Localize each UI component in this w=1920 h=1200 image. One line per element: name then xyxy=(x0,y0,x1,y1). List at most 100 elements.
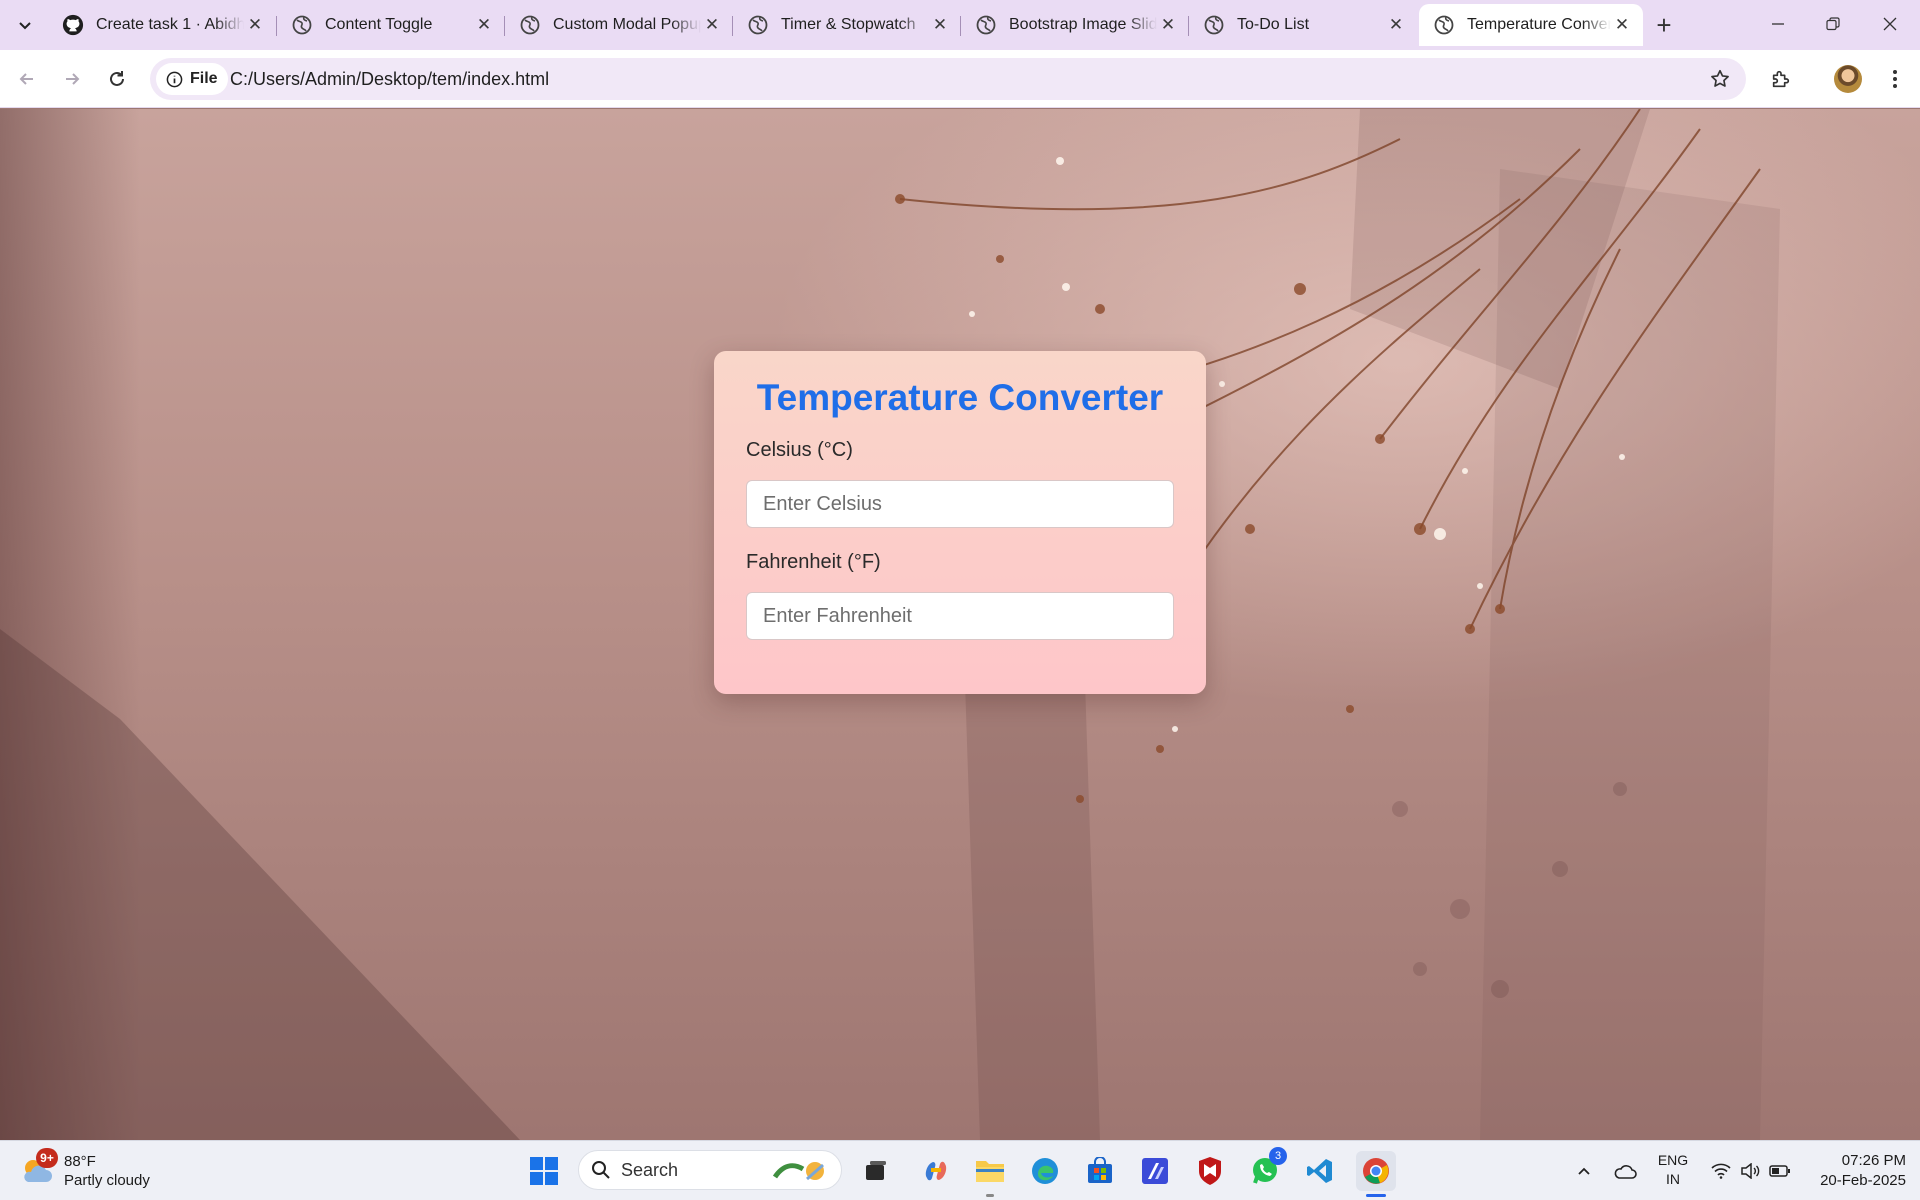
taskbar-search[interactable]: Search xyxy=(578,1150,842,1190)
folder-icon xyxy=(976,1161,1004,1182)
mcafee-shield-icon xyxy=(1199,1157,1221,1185)
power-automate-icon xyxy=(1142,1158,1168,1184)
tab-todo-list[interactable]: To-Do List ✕ xyxy=(1189,4,1417,46)
tab-custom-modal[interactable]: Custom Modal Popup ✕ xyxy=(505,4,733,46)
windows-icon xyxy=(530,1157,558,1185)
search-icon xyxy=(592,1161,610,1179)
chevron-down-icon xyxy=(19,22,31,30)
windows-taskbar: 9+ 88°F Partly cloudy Search 3 ENG IN 07… xyxy=(0,1140,1920,1200)
whatsapp-button[interactable]: 3 xyxy=(1245,1147,1287,1191)
chrome-button[interactable] xyxy=(1356,1151,1396,1197)
task-view-icon xyxy=(866,1161,886,1180)
show-hidden-icons-button[interactable] xyxy=(1570,1157,1598,1185)
puzzle-icon xyxy=(1772,70,1790,88)
close-icon[interactable]: ✕ xyxy=(929,14,951,36)
clock-time: 07:26 PM xyxy=(1841,1152,1906,1169)
celsius-input[interactable] xyxy=(746,480,1174,528)
reload-button[interactable] xyxy=(100,62,134,96)
more-vertical-icon xyxy=(1893,70,1897,88)
close-icon[interactable]: ✕ xyxy=(1157,14,1179,36)
globe-icon xyxy=(1203,14,1225,36)
partly-cloudy-icon: 9+ xyxy=(18,1148,58,1190)
tab-title: Bootstrap Image Slider xyxy=(1009,16,1157,33)
clock-date: 20-Feb-2025 xyxy=(1820,1172,1906,1189)
profile-avatar[interactable] xyxy=(1834,65,1862,93)
page-title: Temperature Converter xyxy=(756,377,1164,418)
start-button[interactable] xyxy=(524,1151,564,1191)
close-icon[interactable]: ✕ xyxy=(1385,14,1407,36)
copilot-button[interactable] xyxy=(916,1151,956,1191)
close-icon[interactable]: ✕ xyxy=(1611,14,1633,36)
tab-title: Create task 1 · Abidh xyxy=(96,16,244,33)
power-automate-button[interactable] xyxy=(1135,1151,1175,1191)
cloud-icon xyxy=(1614,1165,1637,1179)
close-icon[interactable]: ✕ xyxy=(473,14,495,36)
tab-strip: Create task 1 · Abidh ✕ Content Toggle ✕… xyxy=(0,0,1920,50)
tab-temperature-converter[interactable]: Temperature Converter ✕ xyxy=(1419,4,1643,46)
chevron-up-icon xyxy=(1578,1167,1590,1175)
tab-github[interactable]: Create task 1 · Abidh ✕ xyxy=(48,4,276,46)
globe-icon xyxy=(747,14,769,36)
plus-icon: + xyxy=(1656,9,1672,40)
language-indicator[interactable]: ENG IN xyxy=(1650,1151,1696,1189)
edge-icon xyxy=(1032,1158,1058,1184)
browser-toolbar: File C:/Users/Admin/Desktop/tem/index.ht… xyxy=(0,50,1920,108)
onedrive-button[interactable] xyxy=(1610,1157,1640,1185)
file-explorer-button[interactable] xyxy=(970,1151,1010,1197)
running-indicator xyxy=(986,1194,994,1197)
arrow-right-icon xyxy=(66,73,80,85)
forward-button[interactable] xyxy=(55,62,89,96)
speaker-icon xyxy=(1741,1163,1760,1179)
tab-title: Timer & Stopwatch xyxy=(781,16,916,33)
info-icon xyxy=(166,71,183,87)
url-text[interactable]: C:/Users/Admin/Desktop/tem/index.html xyxy=(230,69,549,90)
vscode-button[interactable] xyxy=(1300,1151,1340,1191)
chrome-icon xyxy=(1363,1158,1389,1184)
site-chip-label: File xyxy=(190,70,218,87)
tab-title: Temperature Converter xyxy=(1467,16,1611,33)
language-code: ENG xyxy=(1657,1152,1689,1168)
tab-content-toggle[interactable]: Content Toggle ✕ xyxy=(277,4,505,46)
tab-title: Content Toggle xyxy=(325,16,433,33)
restore-button[interactable] xyxy=(1811,6,1855,42)
back-button[interactable] xyxy=(10,62,44,96)
fahrenheit-input[interactable] xyxy=(746,592,1174,640)
tab-title: Custom Modal Popup xyxy=(553,16,701,33)
page-viewport: Temperature Converter Celsius (°C) Fahre… xyxy=(0,109,1920,1140)
close-icon[interactable]: ✕ xyxy=(244,14,266,36)
close-window-button[interactable] xyxy=(1868,6,1912,42)
reload-icon xyxy=(110,71,124,86)
battery-icon xyxy=(1769,1165,1791,1177)
edge-button[interactable] xyxy=(1025,1151,1065,1191)
taskbar-clock[interactable]: 07:26 PM 20-Feb-2025 xyxy=(1804,1151,1914,1191)
close-icon[interactable]: ✕ xyxy=(701,14,723,36)
new-tab-button[interactable]: + xyxy=(1649,10,1679,40)
minimize-button[interactable] xyxy=(1756,6,1800,42)
star-icon xyxy=(1711,69,1729,87)
weather-condition: Partly cloudy xyxy=(64,1172,150,1189)
task-view-button[interactable] xyxy=(856,1151,896,1191)
minimize-icon xyxy=(1772,23,1784,25)
search-highlight-icon xyxy=(772,1162,824,1181)
store-button[interactable] xyxy=(1080,1151,1120,1191)
close-icon xyxy=(1883,17,1897,31)
extensions-button[interactable] xyxy=(1764,62,1798,96)
tab-timer-stopwatch[interactable]: Timer & Stopwatch ✕ xyxy=(733,4,961,46)
tab-search-button[interactable] xyxy=(10,10,40,40)
fahrenheit-label: Fahrenheit (°F) xyxy=(746,551,881,573)
quick-settings-button[interactable] xyxy=(1706,1153,1796,1189)
browser-menu-button[interactable] xyxy=(1880,62,1910,96)
bookmark-button[interactable] xyxy=(1708,67,1732,91)
globe-icon xyxy=(1433,14,1455,36)
site-info-chip[interactable]: File xyxy=(156,63,228,95)
address-bar[interactable]: File C:/Users/Admin/Desktop/tem/index.ht… xyxy=(150,58,1746,100)
tab-image-slider[interactable]: Bootstrap Image Slider ✕ xyxy=(961,4,1189,46)
vscode-icon xyxy=(1307,1159,1332,1183)
converter-card: Temperature Converter Celsius (°C) Fahre… xyxy=(714,351,1206,694)
region-code: IN xyxy=(1666,1171,1680,1187)
mcafee-button[interactable] xyxy=(1190,1151,1230,1191)
tab-title: To-Do List xyxy=(1237,16,1310,33)
search-label: Search xyxy=(621,1159,679,1180)
active-indicator xyxy=(1366,1194,1386,1197)
weather-widget[interactable]: 9+ 88°F Partly cloudy xyxy=(18,1148,150,1193)
